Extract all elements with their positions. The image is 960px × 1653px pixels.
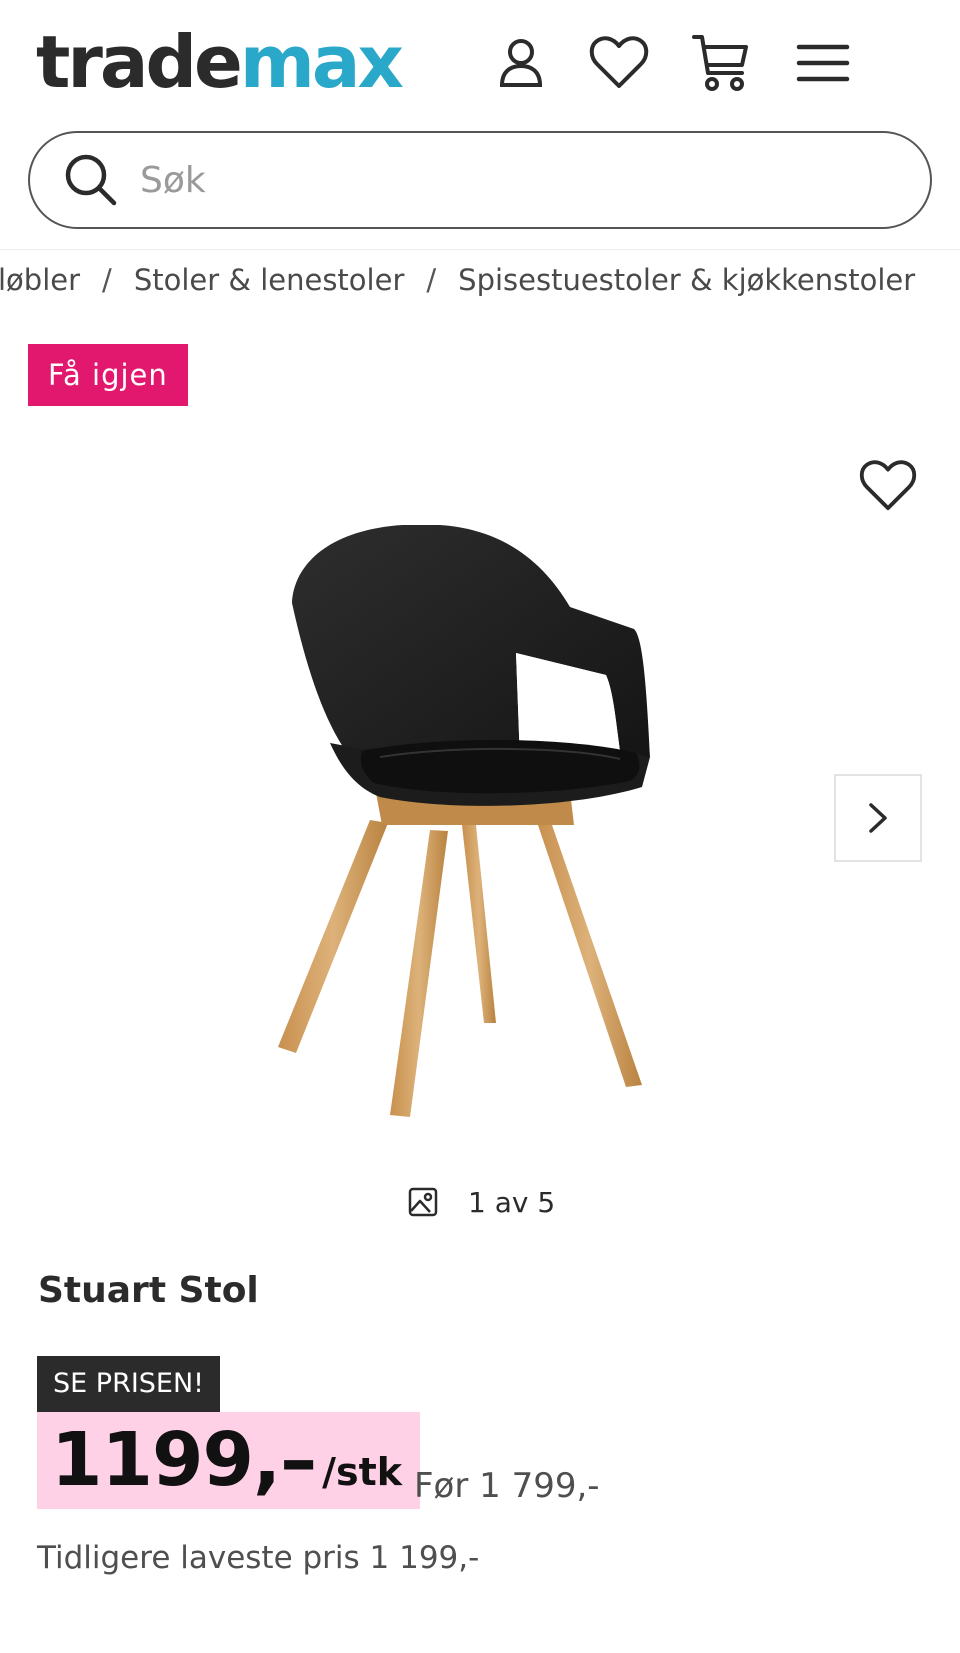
heart-icon [589,36,649,88]
breadcrumb-item-mobler[interactable]: løbler [0,263,80,297]
product-image[interactable] [270,524,690,1135]
deal-label: SE PRISEN! [37,1356,221,1412]
cart-icon [692,35,748,91]
gallery-counter-text: 1 av 5 [468,1185,556,1219]
chair-image [278,524,650,1117]
user-icon [499,39,543,87]
add-to-wishlist-button[interactable] [852,450,924,522]
chevron-right-icon [869,803,887,833]
menu-icon [796,44,850,82]
logo-part-trade: trade [36,20,243,104]
heart-icon [859,460,917,511]
price-box: 1199,– /stk [37,1412,421,1509]
logo-part-max: max [239,20,404,104]
breadcrumb-separator: / [102,263,112,297]
search-icon [65,154,117,206]
breadcrumb: løbler / Stoler & lenestoler / Spisestuestol… [0,258,915,302]
trademax-logo[interactable]: trademax [36,20,404,104]
image-icon [408,1187,438,1217]
menu-button[interactable] [788,28,858,98]
search-input[interactable] [140,159,900,201]
promo-badge: Få igjen [28,344,188,406]
price-unit: /stk [322,1450,403,1494]
previous-price: Før 1 799,- [414,1466,600,1506]
current-price: 1199,– [51,1417,317,1503]
next-image-button[interactable] [834,774,922,862]
cart-button[interactable] [686,28,756,98]
gallery-counter: 1 av 5 [408,1180,555,1224]
breadcrumb-item-stoler[interactable]: Stoler & lenestoler [134,263,405,297]
lowest-price-note: Tidligere laveste pris 1 199,- [37,1540,480,1576]
account-button[interactable] [486,28,556,98]
breadcrumb-item-spisestuestoler[interactable]: Spisestuestoler & kjøkkenstoler [458,263,915,297]
site-header: trademax [0,0,960,250]
breadcrumb-separator: / [426,263,437,297]
product-title: Stuart Stol [38,1270,259,1311]
search-bar[interactable] [28,131,932,229]
wishlist-button[interactable] [584,28,654,98]
